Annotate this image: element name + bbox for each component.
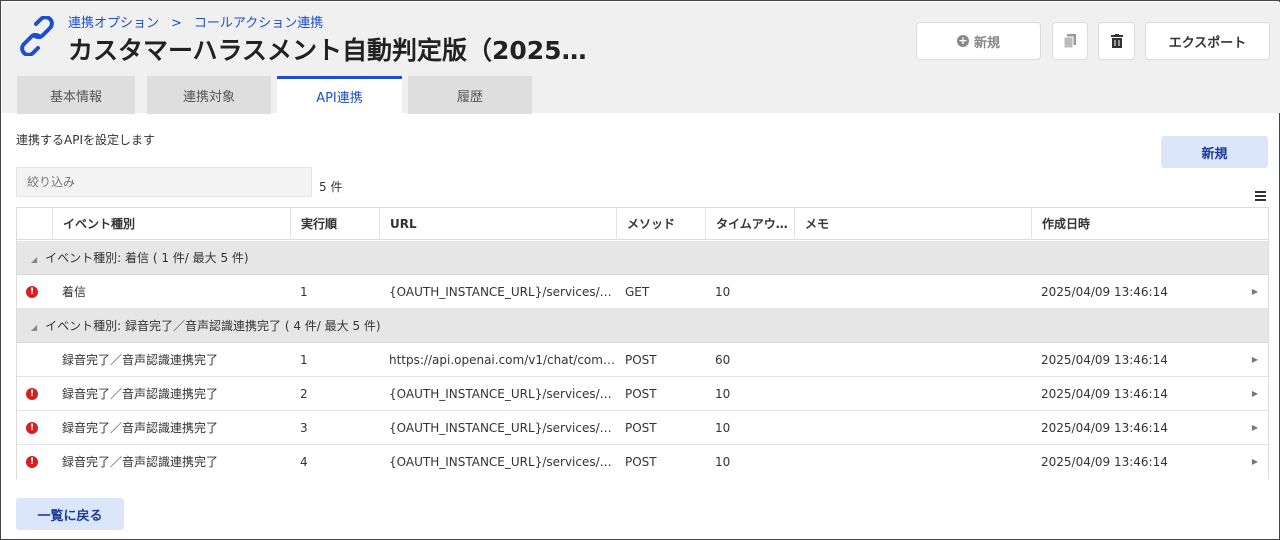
- cell-created: 2025/04/09 13:46:14: [1041, 285, 1168, 299]
- column-header-memo[interactable]: メモ: [794, 208, 1031, 240]
- cell-timeout: 10: [715, 455, 731, 469]
- cell-created: 2025/04/09 13:46:14: [1041, 353, 1168, 367]
- cell-url: https://api.openai.com/v1/chat/com…: [389, 353, 614, 367]
- cell-url: {OAUTH_INSTANCE_URL}/services/…: [389, 387, 612, 401]
- cell-memo: [804, 275, 1029, 309]
- cell-method: POST: [625, 455, 657, 469]
- error-icon: !: [26, 388, 38, 400]
- cell-method: POST: [625, 387, 657, 401]
- cell-event: 録音完了／音声認識連携完了: [62, 353, 219, 367]
- error-icon: !: [26, 456, 38, 468]
- export-button[interactable]: エクスポート: [1145, 22, 1270, 60]
- cell-event: 録音完了／音声認識連携完了: [62, 421, 219, 435]
- group-label: イベント種別: 着信 ( 1 件/ 最大 5 件): [45, 251, 249, 265]
- row-arrow-icon[interactable]: ▶: [1252, 445, 1258, 479]
- cell-timeout: 10: [715, 387, 731, 401]
- plus-circle-icon: +: [956, 34, 969, 47]
- cell-order: 1: [300, 285, 308, 299]
- cell-url: {OAUTH_INSTANCE_URL}/services/…: [389, 455, 612, 469]
- column-header-url[interactable]: URL: [379, 208, 616, 240]
- cell-event: 録音完了／音声認識連携完了: [62, 455, 219, 469]
- column-header-order[interactable]: 実行順: [290, 208, 379, 240]
- table-row[interactable]: ! 録音完了／音声認識連携完了 4 {OAUTH_INSTANCE_URL}/s…: [17, 445, 1268, 479]
- menu-icon[interactable]: [1255, 191, 1266, 201]
- back-to-list-button[interactable]: 一覧に戻る: [16, 498, 124, 530]
- page-description: 連携するAPIを設定します: [16, 133, 155, 147]
- breadcrumb: 連携オプション > コールアクション連携: [68, 12, 323, 31]
- cell-url: {OAUTH_INSTANCE_URL}/services/…: [389, 421, 612, 435]
- api-table: イベント種別 実行順 URL メソッド タイムアウ… メモ 作成日時 ◢ イベント…: [16, 207, 1269, 479]
- cell-memo: [804, 411, 1029, 445]
- delete-button[interactable]: [1098, 22, 1135, 60]
- column-header-status: [17, 208, 52, 240]
- group-row-recording-complete[interactable]: ◢ イベント種別: 録音完了／音声認識連携完了 ( 4 件/ 最大 5 件): [17, 309, 1268, 343]
- tab-history[interactable]: 履歴: [408, 76, 532, 114]
- cell-event: 録音完了／音声認識連携完了: [62, 387, 219, 401]
- row-arrow-icon[interactable]: ▶: [1252, 343, 1258, 377]
- breadcrumb-link-options[interactable]: 連携オプション: [68, 12, 159, 31]
- table-row[interactable]: ! 録音完了／音声認識連携完了 3 {OAUTH_INSTANCE_URL}/s…: [17, 411, 1268, 445]
- cell-order: 1: [300, 353, 308, 367]
- cell-timeout: 10: [715, 421, 731, 435]
- copy-button[interactable]: [1052, 22, 1088, 60]
- breadcrumb-separator: >: [171, 16, 182, 31]
- tab-targets[interactable]: 連携対象: [147, 76, 271, 114]
- table-row[interactable]: ! 録音完了／音声認識連携完了 2 {OAUTH_INSTANCE_URL}/s…: [17, 377, 1268, 411]
- link-icon: [20, 16, 54, 56]
- cell-order: 3: [300, 421, 308, 435]
- cell-timeout: 60: [715, 353, 731, 367]
- page-header: 連携オプション > コールアクション連携 カスタマーハラスメント自動判定版（2025…: [2, 2, 1280, 114]
- cell-url: {OAUTH_INSTANCE_URL}/services/…: [389, 285, 612, 299]
- cell-method: GET: [625, 285, 650, 299]
- app-window: 連携オプション > コールアクション連携 カスタマーハラスメント自動判定版（2025…: [0, 0, 1280, 540]
- new-api-button[interactable]: 新規: [1161, 136, 1268, 168]
- copy-icon: [1064, 34, 1076, 48]
- cell-method: POST: [625, 353, 657, 367]
- trash-icon: [1110, 34, 1123, 48]
- table-row[interactable]: ! 着信 1 {OAUTH_INSTANCE_URL}/services/… G…: [17, 275, 1268, 309]
- group-label: イベント種別: 録音完了／音声認識連携完了 ( 4 件/ 最大 5 件): [45, 319, 381, 333]
- table-row[interactable]: 録音完了／音声認識連携完了 1 https://api.openai.com/v…: [17, 343, 1268, 377]
- cell-memo: [804, 445, 1029, 479]
- filter-input[interactable]: [16, 167, 312, 197]
- row-arrow-icon[interactable]: ▶: [1252, 377, 1258, 411]
- cell-timeout: 10: [715, 285, 731, 299]
- cell-created: 2025/04/09 13:46:14: [1041, 421, 1168, 435]
- column-header-created[interactable]: 作成日時: [1031, 208, 1268, 240]
- error-icon: !: [26, 286, 38, 298]
- column-header-event[interactable]: イベント種別: [52, 208, 290, 240]
- row-arrow-icon[interactable]: ▶: [1252, 411, 1258, 445]
- group-row-incoming[interactable]: ◢ イベント種別: 着信 ( 1 件/ 最大 5 件): [17, 241, 1268, 275]
- row-arrow-icon[interactable]: ▶: [1252, 275, 1258, 309]
- cell-memo: [804, 377, 1029, 411]
- column-header-method[interactable]: メソッド: [616, 208, 705, 240]
- tab-basic-info[interactable]: 基本情報: [17, 76, 135, 114]
- collapse-triangle-icon: ◢: [31, 255, 38, 264]
- cell-created: 2025/04/09 13:46:14: [1041, 455, 1168, 469]
- cell-method: POST: [625, 421, 657, 435]
- cell-event: 着信: [62, 285, 87, 299]
- header-new-button[interactable]: + 新規: [916, 22, 1041, 60]
- table-header: イベント種別 実行順 URL メソッド タイムアウ… メモ 作成日時: [17, 208, 1268, 240]
- header-new-label: 新規: [973, 35, 1000, 51]
- column-header-timeout[interactable]: タイムアウ…: [705, 208, 794, 240]
- result-count: 5 件: [319, 180, 343, 194]
- tab-api[interactable]: API連携: [277, 76, 402, 114]
- collapse-triangle-icon: ◢: [31, 323, 38, 332]
- cell-created: 2025/04/09 13:46:14: [1041, 387, 1168, 401]
- error-icon: !: [26, 422, 38, 434]
- breadcrumb-link-call-action[interactable]: コールアクション連携: [194, 12, 323, 31]
- cell-order: 2: [300, 387, 308, 401]
- page-title: カスタマーハラスメント自動判定版（2025…: [68, 36, 587, 65]
- cell-memo: [804, 343, 1029, 377]
- cell-order: 4: [300, 455, 308, 469]
